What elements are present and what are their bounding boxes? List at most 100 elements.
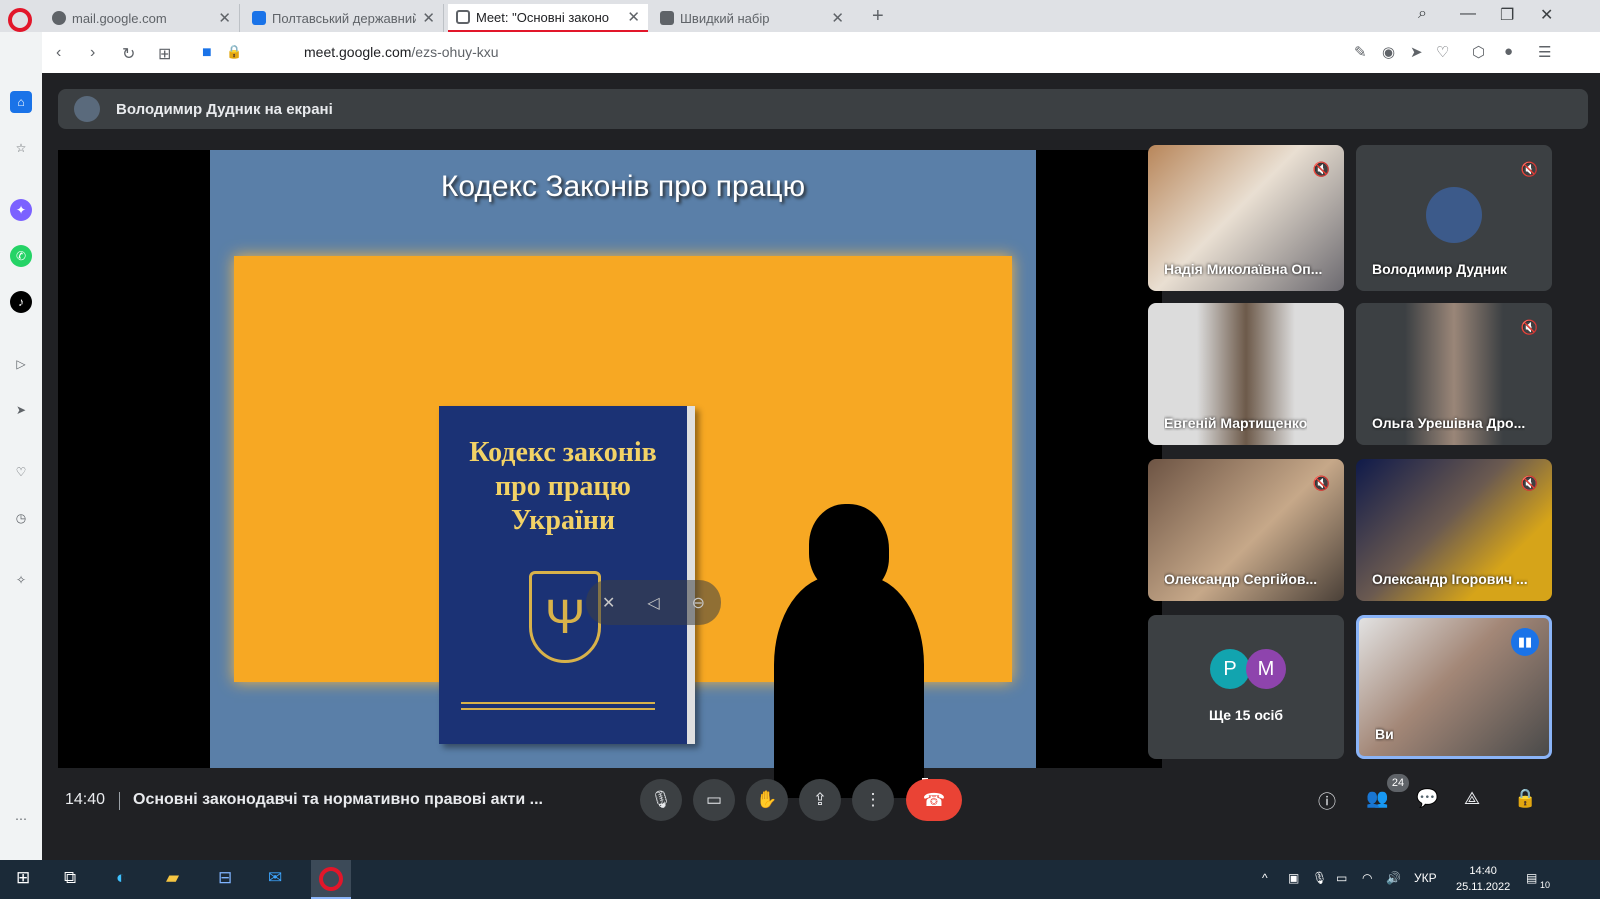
participant-tile[interactable]: 🔇 Ольга Урешівна Дро...: [1356, 303, 1552, 445]
windows-start-icon[interactable]: ⊞: [16, 868, 30, 888]
messenger-icon[interactable]: ✦: [10, 199, 32, 221]
opera-taskbar-button[interactable]: [311, 860, 351, 899]
mic-off-icon: 🔇: [1520, 319, 1538, 335]
system-clock[interactable]: 14:40 25.11.2022: [1456, 863, 1510, 895]
participant-tile[interactable]: 🔇 Олександр Сергійов...: [1148, 459, 1344, 601]
meeting-info-icon[interactable]: ⓘ: [1318, 788, 1336, 814]
tab-label: Швидкий набір: [680, 10, 770, 26]
tab-label: Meet: "Основні законо: [476, 9, 610, 25]
more-participants-tile[interactable]: P M Ще 15 осіб: [1148, 615, 1344, 759]
self-tile[interactable]: ▮▮ Ви: [1356, 615, 1552, 759]
microphone-button[interactable]: 🎙: [640, 779, 682, 821]
address-bar: ‹ › ↻ ⊞ ■ 🔒 meet.google.com/ezs-ohuy-kxu…: [42, 32, 1600, 73]
pin-off-icon[interactable]: ✕: [602, 593, 615, 613]
tab-speed-dial[interactable]: Швидкий набір ✕: [652, 4, 852, 32]
history-icon[interactable]: ◷: [10, 507, 32, 529]
minimize-icon[interactable]: —: [1460, 5, 1476, 23]
new-tab-button[interactable]: +: [872, 5, 884, 28]
participant-tile[interactable]: 🔇 Володимир Дудник: [1356, 145, 1552, 291]
language-indicator[interactable]: УКР: [1414, 871, 1437, 885]
settings-sliders-icon[interactable]: ☰: [1538, 43, 1551, 61]
book-title-line: України: [510, 505, 615, 536]
profile-icon[interactable]: ●: [1504, 43, 1513, 60]
presenter-text: Володимир Дудник на екрані: [116, 100, 333, 118]
tab-poltava[interactable]: Полтавський державний а ✕: [244, 4, 444, 32]
close-window-icon[interactable]: ✕: [1540, 5, 1553, 25]
meet-window: Володимир Дудник на екрані Кодекс Законі…: [42, 73, 1600, 860]
tabs-grid-icon[interactable]: ⊞: [158, 44, 171, 64]
close-tab-icon[interactable]: ✕: [218, 9, 231, 27]
speaker-off-icon[interactable]: ◁: [647, 593, 659, 613]
participant-name: Надія Миколаївна Оп...: [1164, 261, 1323, 277]
people-icon[interactable]: 👥: [1366, 788, 1388, 809]
tab-label: Полтавський державний а: [272, 10, 417, 26]
opera-logo-icon[interactable]: [8, 8, 32, 32]
meet-control-bar: 14:40 Основні законодавчі та нормативно …: [42, 768, 1600, 860]
wifi-icon[interactable]: ◠: [1362, 871, 1372, 885]
battery-icon[interactable]: ▭: [1336, 871, 1347, 885]
player-icon[interactable]: ▷: [10, 353, 32, 375]
volume-icon[interactable]: 🔊: [1386, 871, 1401, 885]
reload-icon[interactable]: ↻: [122, 44, 135, 64]
participant-tile[interactable]: 🔇 Олександр Ігорович ...: [1356, 459, 1552, 601]
activities-icon[interactable]: ⟁: [1464, 788, 1480, 809]
send-icon[interactable]: ➤: [1410, 43, 1423, 61]
mic-tray-icon[interactable]: 🎙: [1312, 871, 1327, 885]
mail-icon[interactable]: ✉: [268, 868, 282, 888]
heart-icon[interactable]: ♡: [1436, 43, 1449, 61]
store-icon[interactable]: ⊟: [218, 868, 232, 888]
chat-icon[interactable]: 💬: [1416, 788, 1438, 809]
url-path: /ezs-ohuy-kxu: [411, 44, 499, 60]
participant-tile[interactable]: 🔇 Надія Миколаївна Оп...: [1148, 145, 1344, 291]
snapshot-icon[interactable]: ◉: [1382, 43, 1395, 61]
tray-expand-icon[interactable]: ^: [1262, 871, 1268, 885]
edit-icon[interactable]: ✎: [1354, 43, 1367, 61]
tiktok-icon[interactable]: ♪: [10, 291, 32, 313]
more-icon[interactable]: ⋯: [10, 808, 32, 830]
tab-gmail[interactable]: mail.google.com ✕: [44, 4, 240, 32]
avatar: P: [1210, 649, 1250, 689]
meet-tray-icon[interactable]: ▣: [1288, 871, 1299, 885]
calendar-icon: [252, 11, 266, 25]
end-call-button[interactable]: ☎: [906, 779, 962, 821]
box-icon[interactable]: ⬡: [1472, 43, 1485, 61]
notifications-icon[interactable]: ▤: [1526, 871, 1537, 885]
close-tab-icon[interactable]: ✕: [422, 9, 435, 27]
book-title-line: про працю: [495, 471, 631, 502]
bookmarks-heart-icon[interactable]: ♡: [10, 461, 32, 483]
presenter-banner: Володимир Дудник на екрані: [58, 89, 1588, 129]
star-icon[interactable]: ☆: [10, 137, 32, 159]
back-icon[interactable]: ‹: [56, 44, 61, 62]
mic-off-icon: 🔇: [1312, 161, 1330, 177]
raise-hand-button[interactable]: ✋: [746, 779, 788, 821]
tab-meet[interactable]: Meet: "Основні законо ✕: [448, 4, 648, 32]
remove-icon[interactable]: ⊖: [692, 593, 705, 613]
file-explorer-icon[interactable]: ▰: [166, 868, 179, 888]
meeting-title: Основні законодавчі та нормативно правов…: [133, 791, 543, 808]
participant-name: Олександр Сергійов...: [1164, 571, 1318, 587]
edge-icon[interactable]: ◐: [116, 868, 126, 888]
participant-tile[interactable]: Евгеній Мартищенко: [1148, 303, 1344, 445]
close-tab-icon[interactable]: ✕: [627, 8, 640, 26]
window-icon: [456, 10, 470, 24]
whatsapp-icon[interactable]: ✆: [10, 245, 32, 267]
home-icon[interactable]: ⌂: [10, 91, 32, 113]
search-icon[interactable]: ⌕: [1418, 5, 1427, 23]
book-title-line: Кодекс законів: [469, 437, 657, 468]
camera-button[interactable]: ▭: [693, 779, 735, 821]
task-view-icon[interactable]: ⧉: [64, 868, 76, 888]
close-tab-icon[interactable]: ✕: [831, 9, 844, 27]
host-controls-icon[interactable]: 🔒: [1514, 788, 1536, 809]
url-field[interactable]: meet.google.com/ezs-ohuy-kxu: [304, 44, 499, 60]
presentation-slide: Кодекс Законів про працю Кодекс законів …: [210, 150, 1036, 798]
present-screen-button[interactable]: ⇪: [799, 779, 841, 821]
tips-icon[interactable]: ✧: [10, 569, 32, 591]
thinker-silhouette: [774, 576, 924, 798]
mic-off-icon: 🔇: [1520, 161, 1538, 177]
restore-icon[interactable]: ❐: [1500, 5, 1514, 25]
send-sidebar-icon[interactable]: ➤: [10, 399, 32, 421]
mic-off-icon: 🔇: [1312, 475, 1330, 491]
forward-icon[interactable]: ›: [90, 44, 95, 62]
more-options-button[interactable]: ⋮: [852, 779, 894, 821]
windows-taskbar: ⊞ ⧉ ◐ ▰ ⊟ ✉ ^ ▣ 🎙 ▭ ◠ 🔊 УКР 14:40 25.11.…: [0, 860, 1600, 899]
